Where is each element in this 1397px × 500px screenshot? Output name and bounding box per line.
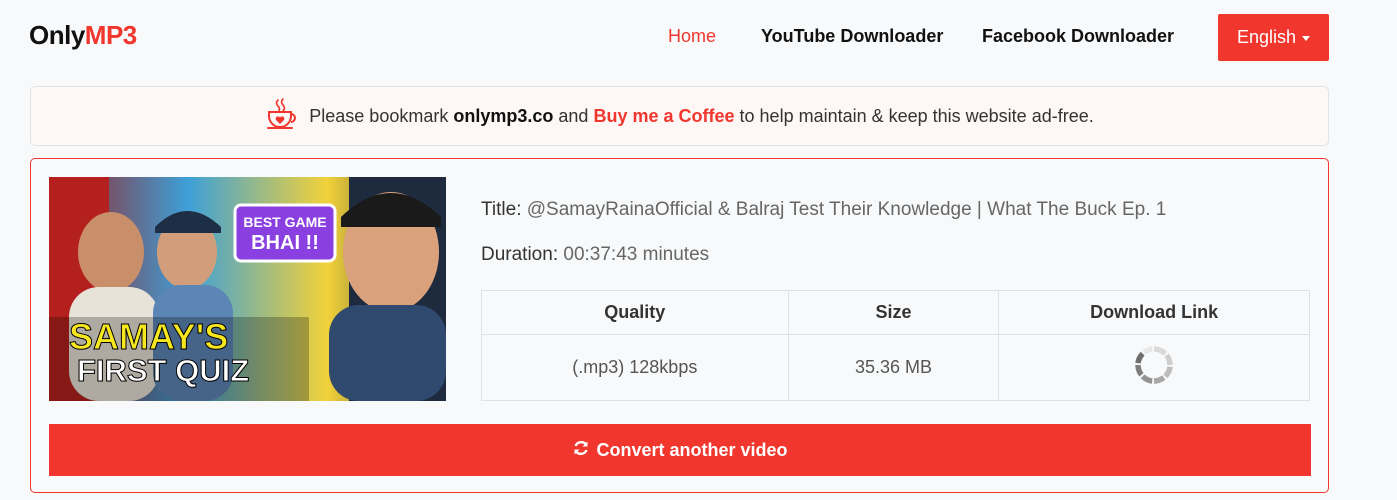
cell-quality: (.mp3) 128kbps [481, 334, 789, 401]
buy-me-a-coffee-link[interactable]: Buy me a Coffee [593, 106, 734, 126]
site-name: onlymp3.co [453, 105, 554, 126]
duration-label: Duration: [481, 244, 559, 265]
thumb-bubble-line2: BHAI !! [251, 232, 319, 254]
conversion-result-card: BEST GAME BHAI !! SAMAY'S FIRST QUIZ Tit… [30, 158, 1329, 493]
nav-youtube-downloader[interactable]: YouTube Downloader [761, 26, 943, 47]
header-download-link: Download Link [998, 290, 1310, 335]
header-quality: Quality [481, 290, 789, 335]
header-size: Size [787, 290, 1000, 335]
thumb-bubble-line1: BEST GAME [243, 214, 326, 230]
title-label: Title: [481, 199, 522, 220]
site-header: OnlyMP3 Home YouTube Downloader Facebook… [0, 0, 1397, 72]
thumb-title-line2: FIRST QUIZ [77, 353, 249, 388]
site-logo[interactable]: OnlyMP3 [29, 20, 137, 51]
video-duration: 00:37:43 minutes [563, 244, 710, 265]
cell-download-link[interactable] [998, 334, 1310, 401]
convert-button-label: Convert another video [596, 439, 788, 460]
language-dropdown[interactable]: English [1218, 14, 1329, 61]
language-label: English [1236, 27, 1297, 47]
video-info: Title: @SamayRainaOfficial & Balraj Test… [481, 199, 1166, 266]
caret-down-icon [1302, 36, 1311, 41]
logo-part-only: Only [29, 20, 85, 50]
thumb-title-line1: SAMAY'S [69, 316, 228, 357]
video-title: @SamayRainaOfficial & Balraj Test Their … [526, 199, 1167, 220]
video-duration-row: Duration: 00:37:43 minutes [481, 244, 1166, 266]
table-header-row: Quality Size Download Link [481, 290, 1310, 335]
table-row: (.mp3) 128kbps 35.36 MB [481, 334, 1310, 401]
bookmark-notice: Please bookmark onlymp3.co and Buy me a … [30, 86, 1329, 146]
convert-another-video-button[interactable]: Convert another video [49, 424, 1311, 476]
video-title-row: Title: @SamayRainaOfficial & Balraj Test… [481, 199, 1166, 221]
logo-part-mp3: MP3 [84, 20, 137, 50]
video-thumbnail: BEST GAME BHAI !! SAMAY'S FIRST QUIZ [49, 177, 446, 401]
cell-size: 35.36 MB [787, 334, 1000, 401]
download-table: Quality Size Download Link (.mp3) 128kbp… [481, 290, 1310, 401]
nav-home[interactable]: Home [668, 26, 716, 47]
coffee-cup-heart-icon [265, 97, 299, 135]
loading-spinner-icon [1134, 346, 1174, 389]
notice-text: Please bookmark onlymp3.co and Buy me a … [309, 105, 1094, 126]
refresh-icon [572, 439, 590, 462]
nav-facebook-downloader[interactable]: Facebook Downloader [982, 26, 1174, 47]
